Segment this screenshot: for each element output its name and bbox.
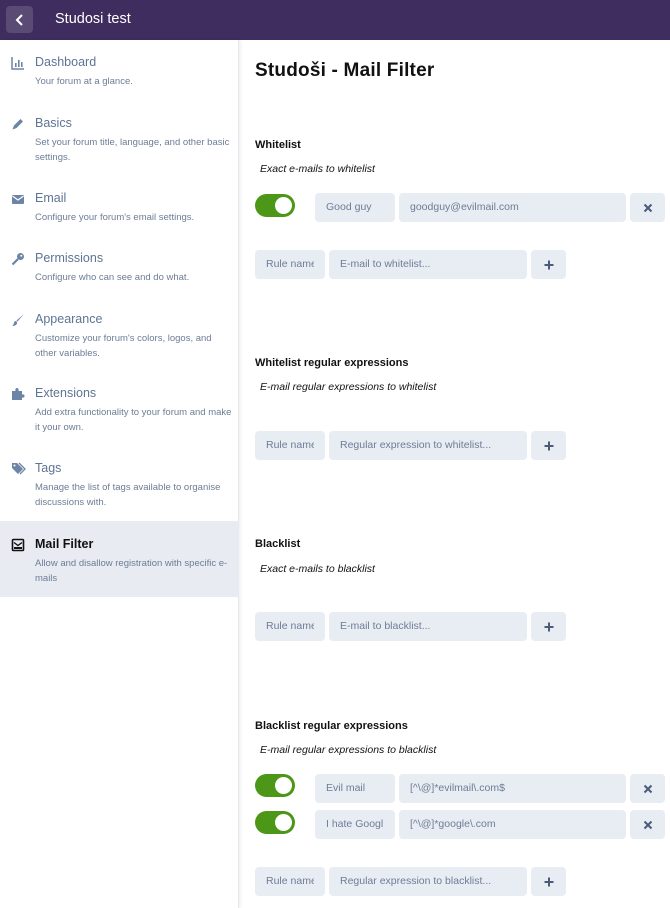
- nav-label: Appearance: [35, 312, 103, 326]
- blacklist-new-name-input[interactable]: [255, 612, 325, 641]
- nav-item-mail-filter[interactable]: Mail Filter Allow and disallow registrat…: [0, 521, 239, 597]
- whitelist-rule-toggle[interactable]: [255, 194, 295, 217]
- whitelist-description: Exact e-mails to whitelist: [260, 163, 375, 175]
- blacklist-regex-rule-value[interactable]: [^\@]*google\.com: [399, 810, 626, 839]
- blacklist-regex-rule-toggle[interactable]: [255, 811, 295, 834]
- nav-item-basics[interactable]: Basics Set your forum title, language, a…: [0, 100, 239, 176]
- whitelist-regex-description: E-mail regular expressions to whitelist: [260, 381, 437, 393]
- blacklist-description: Exact e-mails to blacklist: [260, 563, 375, 575]
- nav-label: Basics: [35, 116, 72, 130]
- mail-filter-icon: [11, 538, 25, 552]
- whitelist-rule-name[interactable]: Good guy: [315, 193, 395, 222]
- envelope-icon: [11, 192, 25, 206]
- blacklist-regex-description: E-mail regular expressions to blacklist: [260, 744, 437, 756]
- nav-label: Dashboard: [35, 55, 97, 69]
- close-icon: [643, 203, 652, 212]
- blacklist-add-button[interactable]: [531, 612, 566, 641]
- whitelist-regex-new-name-input[interactable]: [255, 431, 325, 460]
- nav-label: Extensions: [35, 386, 97, 400]
- blacklist-regex-new-value-input[interactable]: [329, 867, 527, 896]
- toggle-knob: [275, 197, 292, 214]
- blacklist-regex-remove-button[interactable]: [630, 774, 665, 803]
- paintbrush-icon: [11, 313, 25, 327]
- whitelist-remove-button[interactable]: [630, 193, 665, 222]
- blacklist-regex-rule-value[interactable]: [^\@]*evilmail\.com$: [399, 774, 626, 803]
- nav-item-dashboard[interactable]: Dashboard Your forum at a glance.: [0, 40, 239, 100]
- blacklist-regex-add-button[interactable]: [531, 867, 566, 896]
- whitelist-title: Whitelist: [255, 139, 301, 151]
- plus-icon: [544, 260, 553, 269]
- whitelist-new-name-input[interactable]: [255, 250, 325, 279]
- nav-description: Your forum at a glance.: [35, 76, 133, 87]
- toggle-knob: [275, 814, 292, 831]
- blacklist-new-value-input[interactable]: [329, 612, 527, 641]
- admin-sidebar: Dashboard Your forum at a glance. Basics…: [0, 40, 239, 908]
- whitelist-regex-title: Whitelist regular expressions: [255, 357, 409, 369]
- nav-item-appearance[interactable]: Appearance Customize your forum's colors…: [0, 296, 239, 371]
- nav-description: Manage the list of tags available to org…: [35, 482, 221, 508]
- blacklist-regex-rule-name[interactable]: Evil mail: [315, 774, 395, 803]
- blacklist-regex-new-name-input[interactable]: [255, 867, 325, 896]
- nav-item-extensions[interactable]: Extensions Add extra functionality to yo…: [0, 371, 239, 446]
- nav-description: Configure your forum's email settings.: [35, 212, 195, 223]
- chart-icon: [11, 56, 25, 70]
- nav-description: Allow and disallow registration with spe…: [35, 558, 228, 584]
- chevron-left-icon: [15, 13, 23, 26]
- close-icon: [643, 784, 652, 793]
- nav-label: Email: [35, 191, 67, 205]
- blacklist-regex-rule-toggle[interactable]: [255, 774, 295, 797]
- puzzle-icon: [11, 387, 25, 401]
- nav-description: Add extra functionality to your forum an…: [35, 407, 232, 433]
- blacklist-title: Blacklist: [255, 538, 301, 550]
- whitelist-regex-new-value-input[interactable]: [329, 431, 527, 460]
- toggle-knob: [275, 777, 292, 794]
- whitelist-rule-value[interactable]: goodguy@evilmail.com: [399, 193, 626, 222]
- whitelist-regex-add-button[interactable]: [531, 431, 566, 460]
- key-icon: [11, 252, 25, 266]
- nav-description: Customize your forum's colors, logos, an…: [35, 333, 212, 359]
- blacklist-regex-rule-name[interactable]: I hate Googl: [315, 810, 395, 839]
- nav-label: Permissions: [35, 251, 104, 265]
- plus-icon: [544, 441, 553, 450]
- blacklist-regex-remove-button[interactable]: [630, 810, 665, 839]
- nav-item-permissions[interactable]: Permissions Configure who can see and do…: [0, 236, 239, 296]
- nav-item-tags[interactable]: Tags Manage the list of tags available t…: [0, 446, 239, 521]
- plus-icon: [544, 622, 553, 631]
- nav-description: Configure who can see and do what.: [35, 272, 190, 283]
- forum-title: Studosi test: [55, 11, 131, 27]
- whitelist-new-value-input[interactable]: [329, 250, 527, 279]
- plus-icon: [544, 877, 553, 886]
- nav-description: Set your forum title, language, and othe…: [35, 137, 230, 163]
- nav-label: Tags: [35, 461, 62, 475]
- top-bar: Studosi test: [0, 0, 670, 40]
- page-title: Studoši - Mail Filter: [255, 60, 435, 81]
- pencil-icon: [11, 117, 25, 131]
- nav-item-email[interactable]: Email Configure your forum's email setti…: [0, 176, 239, 236]
- close-icon: [643, 820, 652, 829]
- nav-label: Mail Filter: [35, 537, 94, 551]
- blacklist-regex-title: Blacklist regular expressions: [255, 720, 408, 732]
- back-button[interactable]: [6, 6, 33, 33]
- main-content: Studoši - Mail Filter Whitelist Exact e-…: [240, 40, 670, 908]
- whitelist-add-button[interactable]: [531, 250, 566, 279]
- tags-icon: [11, 462, 28, 476]
